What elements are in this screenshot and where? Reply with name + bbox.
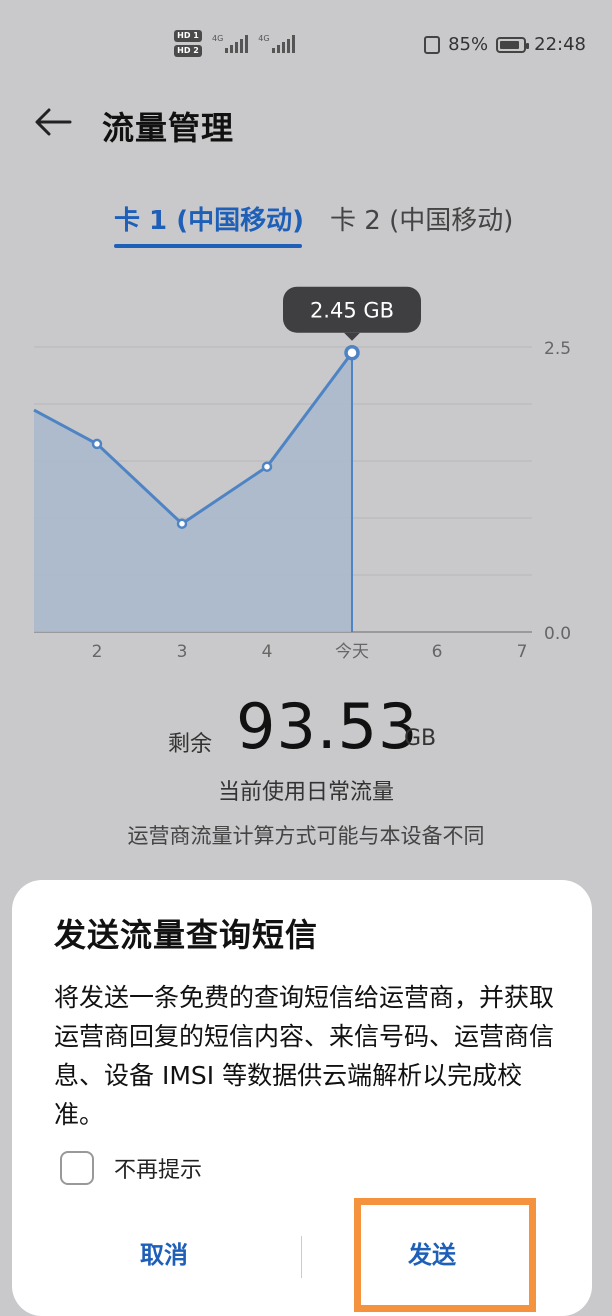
x-tick-label: 4 [262,642,273,662]
app-header: 流量管理 [0,95,612,155]
sim2-hd-badge: HD 2 [174,45,202,57]
usage-area [34,352,352,632]
vibrate-icon [424,35,441,54]
remaining-unit: GB [404,726,437,751]
sim-tabs: 卡 1 (中国移动) 卡 2 (中国移动) [0,200,612,250]
send-button-highlight [354,1198,536,1312]
page-title: 流量管理 [102,109,235,147]
y-tick-label: 2.5 [544,339,571,359]
data-point [261,461,273,472]
sim1-network-type: 4G [212,33,224,43]
battery-percent: 85% [448,34,489,55]
tab-sim2[interactable]: 卡 2 (中国移动) [330,200,513,237]
arrow-left-icon [35,108,72,136]
dialog-message: 将发送一条免费的查询短信给运营商，并获取运营商回复的短信内容、来信号码、运营商信… [54,983,555,1129]
x-tick-label: 今天 [335,642,369,662]
sim1-hd-badge: HD 1 [174,30,202,42]
tab-sim1[interactable]: 卡 1 (中国移动) [114,200,304,237]
usage-chart-svg: 2.45 GB 2.5 0.0 2 3 4 今天 6 7 [33,286,571,662]
screen: HD 1 HD 2 4G 4G 85% 22:48 流量管理 卡 1 (中国移动… [0,0,612,1316]
signal-bars-icon [271,34,295,53]
tooltip-text: 2.45 GB [310,299,394,323]
y-tick-label: 0.0 [544,624,571,644]
x-tick-label: 6 [432,642,443,662]
dont-show-again-checkbox[interactable] [60,1151,94,1185]
button-divider [301,1236,302,1278]
sim-indicators: HD 1 HD 2 4G 4G [174,30,295,57]
tab-indicator [114,244,302,248]
status-right: 85% 22:48 [424,34,586,55]
sim2-network-type: 4G [258,33,270,43]
dont-show-again-row[interactable]: 不再提示 [60,1148,202,1188]
usage-chart: 2.45 GB 2.5 0.0 2 3 4 今天 6 7 [0,280,612,680]
signal-bars-icon [225,34,249,53]
data-point [176,518,188,529]
status-bar: HD 1 HD 2 4G 4G 85% 22:48 [0,0,612,90]
remaining-label: 剩余 [168,732,213,757]
highlight-point [344,344,360,361]
dont-show-again-label: 不再提示 [114,1158,203,1183]
sim2-signal: 4G [258,33,295,53]
sms-query-dialog: 发送流量查询短信 将发送一条免费的查询短信给运营商，并获取运营商回复的短信内容、… [12,880,592,1316]
x-tick-label: 3 [177,642,188,662]
back-button[interactable] [34,107,74,137]
dialog-title: 发送流量查询短信 [54,916,319,954]
x-tick-label: 2 [92,642,103,662]
x-tick-label: 7 [517,642,528,662]
carrier-note: 运营商流量计算方式可能与本设备不同 [127,824,485,848]
clock: 22:48 [534,34,586,55]
data-point [91,438,103,450]
plan-name: 当前使用日常流量 [217,780,394,805]
remaining-value: 93.53 [236,690,419,763]
tooltip-pointer [344,332,360,341]
remaining-summary: 剩余 93.53 GB [0,690,612,770]
sim1-signal: 4G [212,33,249,53]
cancel-button[interactable]: 取消 [140,1232,188,1280]
battery-icon [496,36,530,53]
